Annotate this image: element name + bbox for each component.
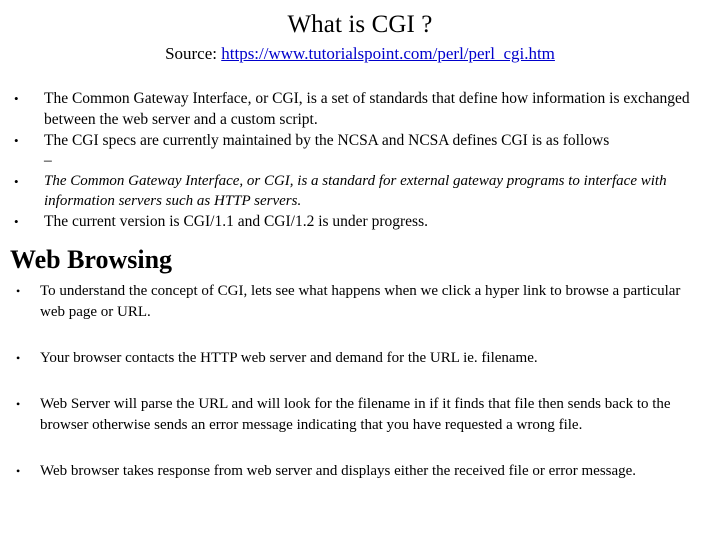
bullet-dot-icon: •	[14, 214, 19, 229]
list-item: • Web browser takes response from web se…	[0, 461, 720, 482]
bullet-dot-icon: •	[14, 133, 19, 148]
list-item: • Your browser contacts the HTTP web ser…	[0, 348, 720, 369]
list-item: • To understand the concept of CGI, lets…	[0, 281, 720, 323]
intro-bullet-list: • The Common Gateway Interface, or CGI, …	[0, 88, 720, 232]
bullet-dot-icon: •	[14, 174, 19, 189]
source-line: Source: https://www.tutorialspoint.com/p…	[0, 43, 720, 65]
list-item: • The current version is CGI/1.1 and CGI…	[0, 211, 720, 232]
list-item-text: The Common Gateway Interface, or CGI, is…	[44, 173, 667, 209]
title-block: What is CGI ? Source: https://www.tutori…	[0, 10, 720, 65]
page-title: What is CGI ?	[287, 11, 433, 38]
section-heading-web-browsing: Web Browsing	[10, 245, 173, 274]
list-item-text: Web Server will parse the URL and will l…	[40, 396, 671, 433]
bullet-dot-icon: •	[14, 91, 19, 106]
web-browsing-bullet-list: • To understand the concept of CGI, lets…	[0, 281, 720, 482]
list-item-text: To understand the concept of CGI, lets s…	[40, 283, 681, 320]
list-item-text: The Common Gateway Interface, or CGI, is…	[44, 90, 690, 128]
list-item: • The Common Gateway Interface, or CGI, …	[0, 171, 720, 211]
source-label: Source:	[165, 44, 217, 63]
list-item: • The Common Gateway Interface, or CGI, …	[0, 88, 720, 130]
bullet-dot-icon: •	[16, 397, 21, 411]
bullet-dot-icon: •	[16, 284, 21, 298]
list-item-text: The CGI specs are currently maintained b…	[44, 132, 610, 149]
continuation-dash: –	[44, 152, 52, 169]
source-url-link[interactable]: https://www.tutorialspoint.com/perl/perl…	[221, 44, 555, 63]
bullet-dot-icon: •	[16, 351, 21, 365]
slide-canvas: What is CGI ? Source: https://www.tutori…	[0, 0, 720, 540]
list-item-text: Web browser takes response from web serv…	[40, 463, 637, 479]
list-item: • Web Server will parse the URL and will…	[0, 394, 720, 436]
bullet-dot-icon: •	[16, 464, 21, 478]
list-item-text: Your browser contacts the HTTP web serve…	[40, 350, 538, 366]
list-item-text: The current version is CGI/1.1 and CGI/1…	[44, 213, 428, 230]
list-item: • The CGI specs are currently maintained…	[0, 130, 720, 151]
